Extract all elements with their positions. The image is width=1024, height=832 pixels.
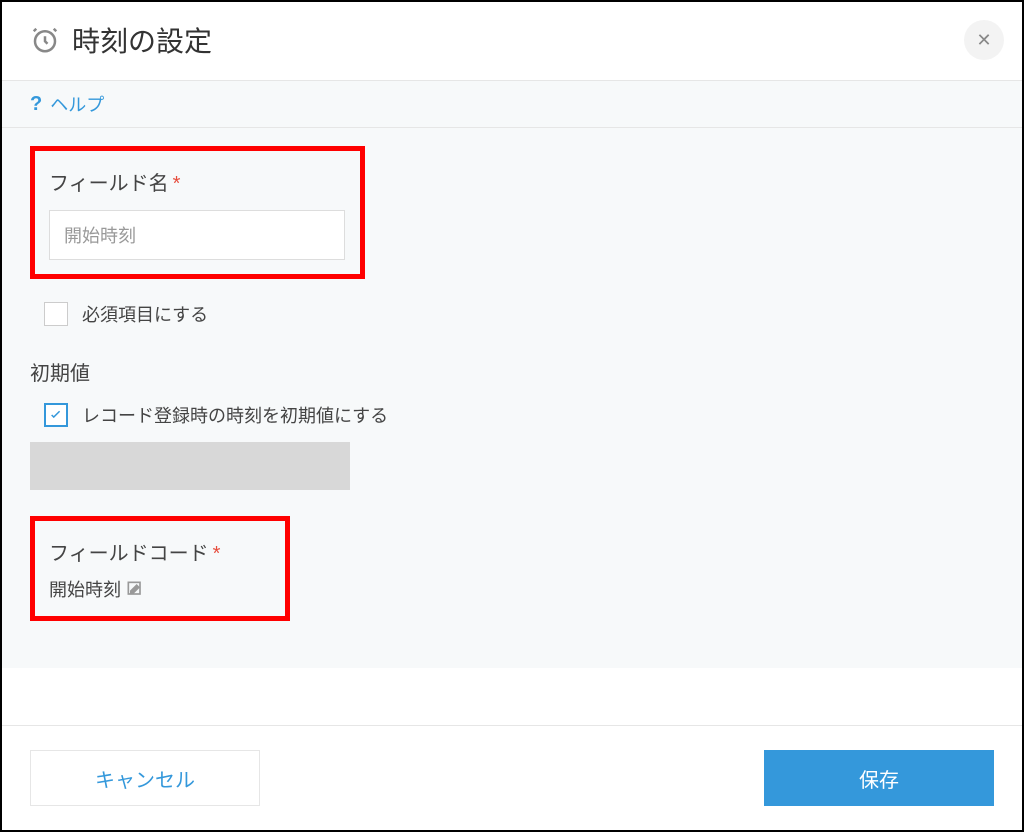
dialog-header: 時刻の設定 ✕ xyxy=(2,2,1022,80)
default-time-checkbox-row: レコード登録時の時刻を初期値にする xyxy=(44,402,994,428)
field-code-label-row: フィールドコード * xyxy=(49,537,271,566)
default-time-checkbox-label: レコード登録時の時刻を初期値にする xyxy=(82,402,388,428)
field-code-value: 開始時刻 xyxy=(49,576,121,602)
dialog-title: 時刻の設定 xyxy=(72,20,212,60)
save-button-label: 保存 xyxy=(859,764,899,793)
close-button[interactable]: ✕ xyxy=(964,20,1004,60)
help-label: ヘルプ xyxy=(50,91,104,117)
field-code-label: フィールドコード xyxy=(49,537,209,566)
cancel-button-label: キャンセル xyxy=(95,764,195,793)
default-value-label: 初期値 xyxy=(30,357,994,386)
save-button[interactable]: 保存 xyxy=(764,750,994,806)
field-name-label-row: フィールド名 * xyxy=(49,167,346,196)
help-bar[interactable]: ? ヘルプ xyxy=(2,80,1022,128)
field-name-label: フィールド名 xyxy=(49,167,169,196)
default-time-checkbox[interactable] xyxy=(44,403,68,427)
required-checkbox[interactable] xyxy=(44,302,68,326)
help-icon: ? xyxy=(30,93,42,116)
default-value-disabled-input xyxy=(30,442,350,490)
dialog-footer: キャンセル 保存 xyxy=(2,725,1022,830)
required-star-icon: * xyxy=(173,173,181,196)
required-star-icon: * xyxy=(213,543,221,566)
field-code-line: 開始時刻 xyxy=(49,576,271,602)
required-checkbox-label: 必須項目にする xyxy=(82,301,208,327)
required-checkbox-row: 必須項目にする xyxy=(44,301,994,327)
edit-icon[interactable] xyxy=(125,579,145,599)
field-code-highlight: フィールドコード * 開始時刻 xyxy=(30,516,290,621)
field-name-input[interactable] xyxy=(49,210,345,260)
cancel-button[interactable]: キャンセル xyxy=(30,750,260,806)
clock-icon xyxy=(30,25,60,55)
content-area: フィールド名 * 必須項目にする 初期値 レコード登録時の時刻を初期値にする フ… xyxy=(2,128,1022,668)
field-name-highlight: フィールド名 * xyxy=(30,146,365,279)
close-icon: ✕ xyxy=(976,30,991,51)
